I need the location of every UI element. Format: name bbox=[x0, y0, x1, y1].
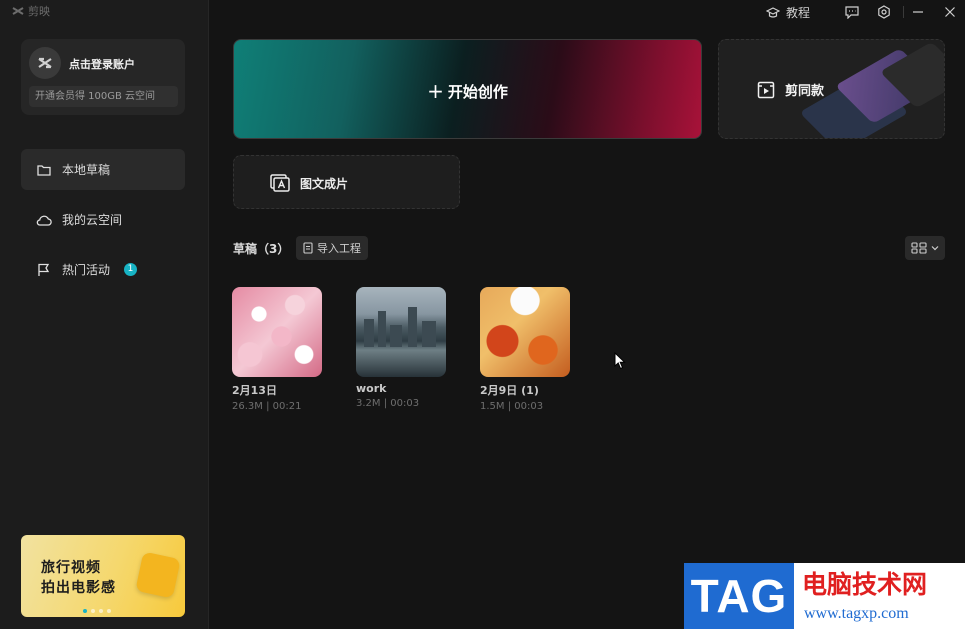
folder-icon bbox=[36, 162, 52, 178]
carousel-dot[interactable] bbox=[91, 609, 95, 613]
mouse-cursor-icon bbox=[614, 352, 626, 370]
sidebar-item-cloud[interactable]: 我的云空间 bbox=[21, 199, 185, 240]
start-creation-text: 开始创作 bbox=[447, 83, 508, 101]
start-creation-button[interactable]: + 开始创作 bbox=[233, 39, 702, 139]
draft-name: 2月13日 bbox=[232, 384, 277, 397]
promo-line-1: 旅行视频 bbox=[41, 560, 101, 576]
import-project-label: 导入工程 bbox=[317, 242, 361, 255]
carousel-dot[interactable] bbox=[107, 609, 111, 613]
template-video-icon bbox=[757, 81, 775, 98]
settings-gear-icon[interactable] bbox=[876, 4, 892, 20]
watermark-site: 电脑技术网 www.tagxp.com bbox=[794, 563, 965, 629]
carousel-dot[interactable] bbox=[83, 609, 87, 613]
draft-name: work bbox=[356, 382, 387, 395]
draft-meta: 1.5M | 00:03 bbox=[480, 401, 544, 412]
thumbnail-building bbox=[378, 311, 386, 347]
sidebar: 剪映 点击登录账户 开通会员得 100GB 云空间 本地草稿 我的云空间 热门活… bbox=[0, 0, 209, 629]
document-icon bbox=[303, 242, 313, 254]
thumbnail-building bbox=[422, 321, 436, 347]
draft-thumbnail[interactable] bbox=[356, 287, 446, 377]
draft-meta: 3.2M | 00:03 bbox=[356, 398, 420, 409]
watermark-site-name: 电脑技术网 bbox=[802, 570, 928, 599]
thumbnail-building bbox=[390, 325, 402, 347]
promo-banner[interactable]: 旅行视频 拍出电影感 bbox=[21, 535, 185, 617]
tutorial-button[interactable]: 教程 bbox=[765, 4, 810, 21]
thumbnail-building bbox=[364, 319, 374, 347]
thumbnail-building bbox=[408, 307, 417, 347]
carousel-dot[interactable] bbox=[99, 609, 103, 613]
capcut-logo-icon bbox=[12, 7, 24, 15]
view-mode-toggle[interactable] bbox=[905, 236, 945, 260]
image-text-to-video-button[interactable]: 图文成片 bbox=[233, 155, 460, 209]
close-icon[interactable] bbox=[942, 4, 958, 20]
sidebar-item-local-drafts[interactable]: 本地草稿 bbox=[21, 149, 185, 190]
draft-item[interactable]: 2月13日 26.3M | 00:21 bbox=[232, 287, 342, 412]
notification-badge: 1 bbox=[124, 263, 138, 276]
login-link[interactable]: 点击登录账户 bbox=[69, 56, 135, 72]
watermark-url: www.tagxp.com bbox=[804, 605, 909, 622]
drafts-heading: 草稿（3） bbox=[233, 242, 290, 256]
template-button[interactable]: 剪同款 bbox=[718, 39, 945, 139]
carousel-dots[interactable] bbox=[83, 609, 111, 613]
camera-illustration-icon bbox=[135, 551, 181, 599]
promo-line-2: 拍出电影感 bbox=[41, 580, 116, 596]
graduation-cap-icon bbox=[765, 6, 780, 18]
watermark-tag-logo: TAG bbox=[684, 563, 794, 629]
grid-view-icon bbox=[911, 242, 927, 254]
chevron-down-icon bbox=[931, 246, 939, 251]
image-text-to-video-label: 图文成片 bbox=[270, 174, 348, 192]
template-label: 剪同款 bbox=[757, 80, 824, 99]
flag-icon bbox=[36, 262, 52, 278]
sidebar-item-label: 热门活动 bbox=[62, 263, 111, 277]
import-project-button[interactable]: 导入工程 bbox=[296, 236, 368, 260]
cloud-icon bbox=[36, 212, 52, 228]
minimize-icon[interactable] bbox=[910, 4, 926, 20]
feedback-icon[interactable] bbox=[844, 4, 860, 20]
draft-thumbnail[interactable] bbox=[480, 287, 570, 377]
template-text: 剪同款 bbox=[785, 84, 825, 99]
start-creation-label: + 开始创作 bbox=[234, 78, 701, 103]
toolbar-divider bbox=[903, 6, 904, 18]
draft-item[interactable]: 2月9日 (1) 1.5M | 00:03 bbox=[480, 287, 590, 412]
sidebar-item-events[interactable]: 热门活动 1 bbox=[21, 249, 185, 290]
image-text-icon bbox=[270, 174, 290, 192]
draft-meta: 26.3M | 00:21 bbox=[232, 401, 302, 412]
sidebar-item-label: 我的云空间 bbox=[62, 213, 123, 227]
draft-name: 2月9日 (1) bbox=[480, 384, 539, 397]
login-card[interactable]: 点击登录账户 开通会员得 100GB 云空间 bbox=[21, 39, 185, 115]
tutorial-label: 教程 bbox=[785, 6, 810, 20]
draft-thumbnail[interactable] bbox=[232, 287, 322, 377]
vip-promo[interactable]: 开通会员得 100GB 云空间 bbox=[29, 86, 178, 107]
draft-item[interactable]: work 3.2M | 00:03 bbox=[356, 287, 466, 409]
avatar[interactable] bbox=[29, 47, 61, 79]
capcut-avatar-icon bbox=[38, 57, 52, 69]
plus-icon: + bbox=[427, 79, 444, 103]
app-name: 剪映 bbox=[28, 5, 50, 18]
app-logo: 剪映 bbox=[12, 3, 50, 19]
sidebar-item-label: 本地草稿 bbox=[62, 163, 111, 177]
image-text-to-video-text: 图文成片 bbox=[300, 176, 349, 191]
